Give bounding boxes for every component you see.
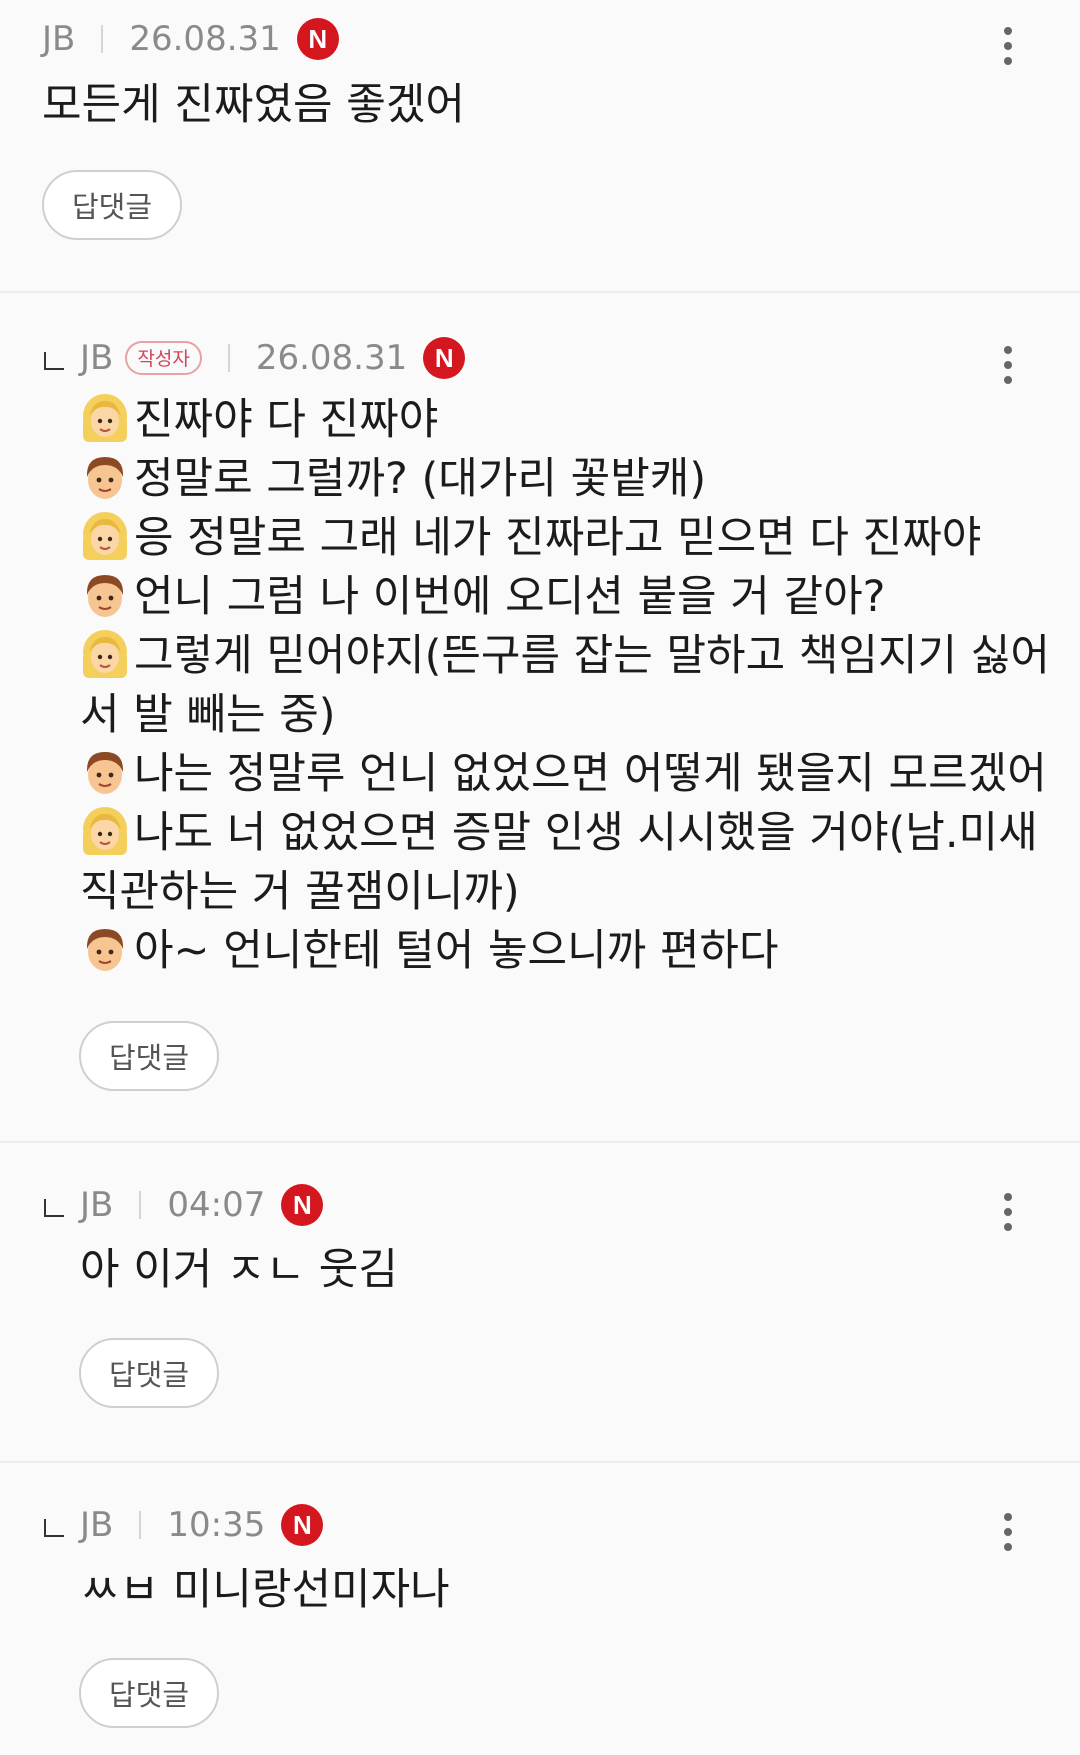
comment-date: 26.08.31: [255, 338, 408, 378]
comment-line: 정말로 그럴까? (대가리 꽃밭캐): [80, 450, 1050, 509]
comment-meta: JB 작성자 26.08.31 N: [42, 337, 466, 379]
meta-divider: [101, 25, 104, 53]
comment-line: 모든게 진짜였음 좋겠어: [42, 80, 465, 130]
author-name[interactable]: JB: [80, 338, 113, 378]
comment-meta: JB 10:35 N: [42, 1504, 324, 1546]
more-vertical-icon[interactable]: [1004, 1193, 1012, 1231]
more-vertical-icon[interactable]: [1004, 1513, 1012, 1551]
comment-text: 진짜야 다 진짜야 정말로 그럴까? (대가리 꽃밭캐) 응 정말로 그래 네가…: [80, 391, 1050, 981]
child-emoji-icon: [85, 751, 125, 795]
blonde-woman-emoji-icon: [82, 806, 128, 856]
author-name[interactable]: JB: [80, 1505, 113, 1545]
blonde-woman-emoji-icon: [82, 511, 128, 561]
more-vertical-icon[interactable]: [1004, 346, 1012, 384]
comment-line: 나는 정말루 언니 없었으면 어떻게 됐을지 모르겠어: [80, 745, 1050, 804]
comment-text: 모든게 진짜였음 좋겠어: [42, 76, 465, 135]
comment-date: 04:07: [167, 1185, 266, 1225]
more-vertical-icon[interactable]: [1004, 27, 1012, 65]
n-circle-icon: N: [281, 1504, 324, 1546]
comment-meta: JB 04:07 N: [42, 1184, 324, 1226]
comment-line: 나도 너 없었으면 증말 인생 시시했을 거야(남.미새: [80, 804, 1050, 863]
comment-text: ㅆㅂ 미니랑선미자나: [80, 1561, 450, 1620]
author-badge: 작성자: [125, 341, 202, 375]
comment-date: 26.08.31: [129, 19, 281, 59]
comment-line: 아~ 언니한테 털어 놓으니까 편하다: [80, 922, 1050, 981]
reply-indent-icon: [42, 1199, 66, 1219]
reply-button[interactable]: 답댓글: [79, 1021, 219, 1091]
blonde-woman-emoji-icon: [82, 629, 128, 679]
reply-button[interactable]: 답댓글: [79, 1658, 219, 1728]
author-name[interactable]: JB: [42, 19, 75, 59]
comment-line: 언니 그럼 나 이번에 오디션 붙을 거 같아?: [80, 568, 1050, 627]
comment-line: 아 이거 ㅈㄴ 웃김: [80, 1245, 398, 1295]
meta-divider: [139, 1191, 142, 1219]
comment-line: 서 발 빼는 중): [80, 690, 336, 740]
comment-meta: JB 26.08.31 N: [42, 18, 339, 60]
comment-text: 아 이거 ㅈㄴ 웃김: [80, 1241, 398, 1300]
comment-line: ㅆㅂ 미니랑선미자나: [80, 1565, 450, 1615]
comment-line: 그렇게 믿어야지(뜬구름 잡는 말하고 책임지기 싫어: [80, 627, 1050, 686]
reply-button[interactable]: 답댓글: [79, 1338, 219, 1408]
comment-date: 10:35: [167, 1505, 266, 1545]
comment-item: JB 10:35 N ㅆㅂ 미니랑선미자나 답댓글: [0, 1463, 1080, 1753]
n-circle-icon: N: [281, 1184, 324, 1226]
reply-indent-icon: [42, 1519, 66, 1539]
reply-indent-icon: [42, 352, 66, 372]
comment-item: JB 작성자 26.08.31 N 진짜야 다 진짜야 정말로 그럴까? (대가…: [0, 293, 1080, 1143]
meta-divider: [139, 1511, 142, 1539]
comment-line: 응 정말로 그래 네가 진짜라고 믿으면 다 진짜야: [80, 509, 1050, 568]
comment-item: JB 26.08.31 N 모든게 진짜였음 좋겠어 답댓글: [0, 0, 1080, 293]
comment-line: 진짜야 다 진짜야: [80, 391, 1050, 450]
comment-item: JB 04:07 N 아 이거 ㅈㄴ 웃김 답댓글: [0, 1143, 1080, 1463]
reply-button[interactable]: 답댓글: [42, 170, 182, 240]
child-emoji-icon: [85, 928, 125, 972]
blonde-woman-emoji-icon: [82, 393, 128, 443]
n-circle-icon: N: [296, 18, 339, 60]
meta-divider: [227, 344, 230, 372]
author-name[interactable]: JB: [80, 1185, 113, 1225]
child-emoji-icon: [85, 456, 125, 500]
child-emoji-icon: [85, 574, 125, 618]
n-circle-icon: N: [423, 337, 466, 379]
comment-line: 직관하는 거 꿀잼이니까): [80, 867, 520, 917]
